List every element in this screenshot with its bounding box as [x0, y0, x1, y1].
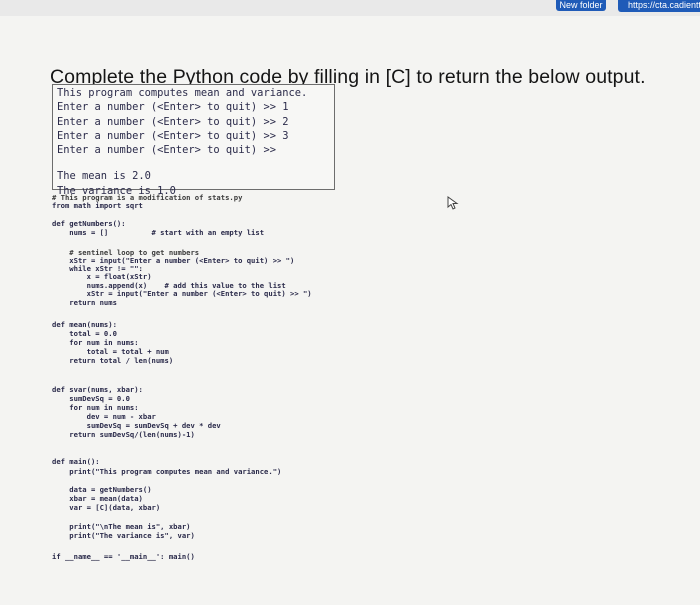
output-line: Enter a number (<Enter> to quit) >> — [57, 144, 276, 157]
code-line: print("\nThe mean is", xbar) — [52, 522, 191, 531]
code-line: return nums — [52, 298, 117, 307]
sample-output-box: This program computes mean and variance.… — [52, 84, 335, 197]
code-line: var = [C](data, xbar) — [52, 503, 161, 512]
code-line: nums = [] # start with an empty list — [52, 228, 265, 237]
code-line: dev = num - xbar — [52, 412, 156, 421]
code-line: print("The variance is", var) — [52, 531, 195, 540]
code-line: def getNumbers(): — [52, 219, 126, 228]
code-line: from math import sqrt — [52, 201, 143, 210]
code-line: xStr = input("Enter a number (<Enter> to… — [52, 289, 312, 298]
code-line: xbar = mean(data) — [52, 494, 143, 503]
code-line: data = getNumbers() — [52, 485, 152, 494]
output-line: Enter a number (<Enter> to quit) >> 3 — [57, 129, 289, 142]
mouse-pointer-icon — [447, 196, 459, 210]
code-line: print("This program computes mean and va… — [52, 467, 282, 476]
code-line: def mean(nums): — [52, 320, 117, 329]
code-line: if __name__ == '__main__': main() — [52, 552, 195, 561]
code-line: for num in nums: — [52, 403, 139, 412]
output-line: Enter a number (<Enter> to quit) >> 2 — [57, 115, 289, 128]
code-line: total = 0.0 — [52, 329, 117, 338]
code-line: sumDevSq = sumDevSq + dev * dev — [52, 421, 221, 430]
code-line: def main(): — [52, 457, 100, 466]
bookmark-url-tab[interactable]: https://cta.cadientt — [618, 0, 700, 12]
output-line: Enter a number (<Enter> to quit) >> 1 — [57, 101, 289, 114]
code-line: total = total + num — [52, 347, 169, 356]
code-line: x = float(xStr) — [52, 272, 152, 281]
code-line: return total / len(nums) — [52, 356, 174, 365]
code-line: sumDevSq = 0.0 — [52, 394, 130, 403]
code-line: for num in nums: — [52, 338, 139, 347]
bookmark-folder-tab[interactable]: New folder — [556, 0, 606, 11]
code-line: return sumDevSq/(len(nums)-1) — [52, 430, 195, 439]
output-line: The mean is 2.0 — [57, 170, 151, 183]
output-line: This program computes mean and variance. — [57, 87, 308, 99]
code-line: def svar(nums, xbar): — [52, 385, 143, 394]
